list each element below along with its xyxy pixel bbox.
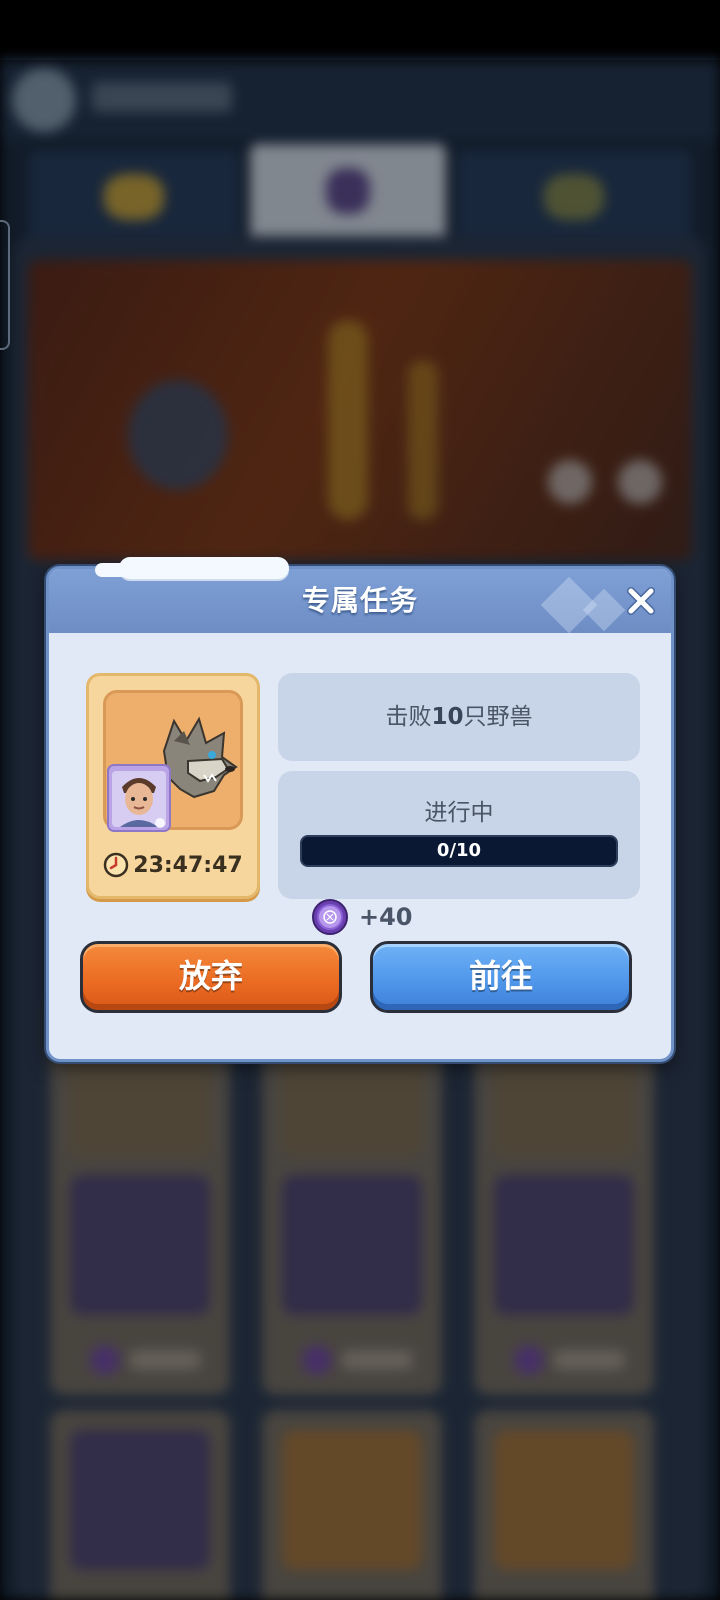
close-icon [627,587,655,615]
task-image-frame [103,690,243,832]
timer-text: 23:47:47 [133,852,243,878]
go-button-label: 前往 [468,957,533,995]
progress-text: 0/10 [436,840,482,861]
reward-amount: +40 [359,903,413,931]
reward: +40 [311,897,413,937]
task-status: 进行中 [424,800,494,826]
task-prefix: 击败 [385,704,432,730]
abandon-button-label: 放弃 [178,957,243,995]
side-edge-tab [0,220,10,350]
task-card: 23:47:47 [86,673,260,899]
task-description: 击败10只野兽 [278,673,640,761]
abandon-button[interactable]: 放弃 [80,941,342,1013]
go-button[interactable]: 前往 [370,941,632,1013]
status-bar [0,0,720,60]
snow-decoration [95,563,155,577]
close-button[interactable] [621,581,661,621]
task-timer: 23:47:47 [89,848,257,882]
exclusive-task-dialog: 专属任务 23:47:47 击败10只野兽 进行中 0/10 +40 放弃 前往 [46,557,674,1062]
hero-portrait-icon [107,764,171,832]
task-count: 10 [431,704,464,730]
purple-coin-icon [312,899,348,935]
task-description-box: 击败10只野兽 [278,673,640,761]
task-suffix: 只野兽 [463,704,533,730]
clock-icon [104,852,129,878]
progress-bar: 0/10 [300,835,618,867]
task-progress-box: 进行中 0/10 [278,771,640,899]
